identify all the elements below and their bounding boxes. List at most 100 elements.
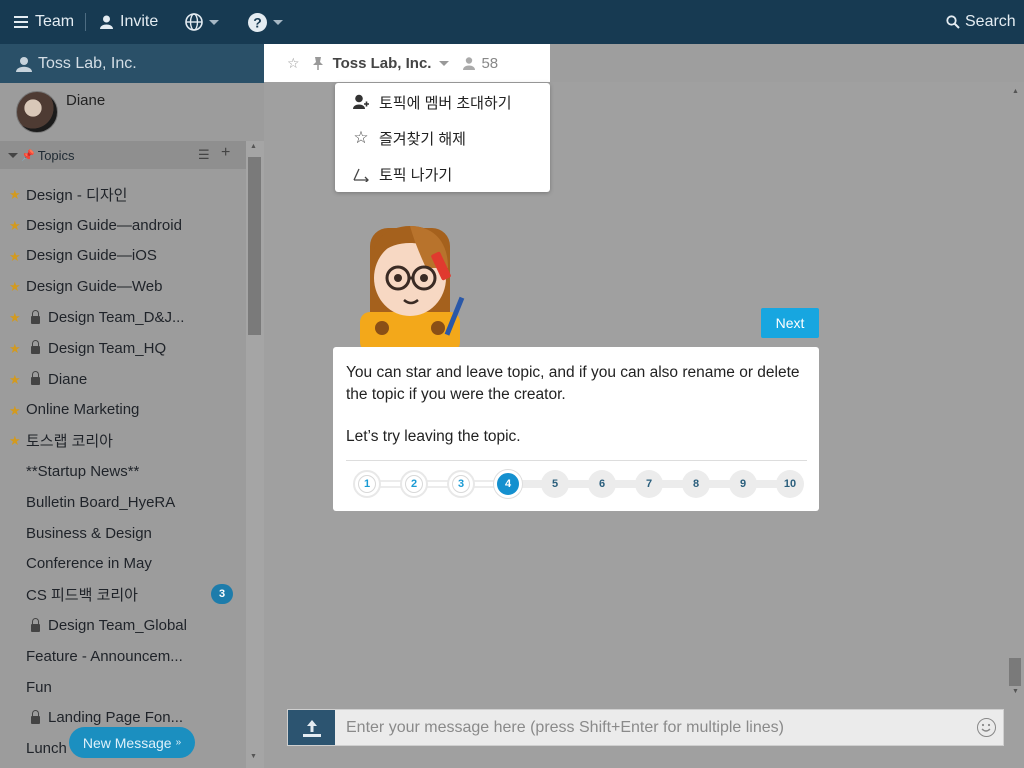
profile[interactable]: Diane — [0, 83, 264, 141]
topic-label: **Startup News** — [26, 463, 140, 481]
topic-label: Online Marketing — [26, 401, 140, 419]
topic-label: Design Guide—Web — [26, 278, 163, 296]
topic-label: Design Team_D&J... — [48, 309, 185, 327]
lock-icon — [31, 617, 40, 632]
search-button[interactable]: Search — [946, 0, 1016, 44]
lock-icon — [31, 371, 40, 386]
globe-icon — [185, 13, 203, 31]
topic-header[interactable]: ☆ Toss Lab, Inc. 58 — [264, 44, 550, 82]
sidebar-topic-item[interactable]: ★ Design Guide—iOS — [0, 241, 246, 272]
sidebar-topic-item[interactable]: ★ Design - 디자인 — [0, 179, 246, 210]
help-menu-button[interactable]: ? — [248, 0, 283, 44]
sidebar-topic-item[interactable]: CS 피드백 코리아 3 — [0, 579, 246, 610]
scroll-down-icon[interactable]: ▼ — [1012, 688, 1019, 695]
topic-label: Fun — [26, 678, 52, 696]
tour-step[interactable]: 8 — [682, 470, 710, 498]
sidebar-topic-item[interactable]: Conference in May — [0, 549, 246, 580]
tour-step[interactable]: 7 — [635, 470, 663, 498]
star-icon: ★ — [9, 187, 21, 202]
sidebar-topic-item[interactable]: ★ Design Guide—android — [0, 210, 246, 241]
member-count[interactable]: 58 — [481, 55, 498, 72]
message-scrollbar[interactable]: ▲ ▼ — [1006, 82, 1024, 702]
search-icon — [946, 15, 960, 29]
star-icon: ★ — [9, 371, 21, 387]
chevron-down-icon[interactable] — [439, 60, 450, 66]
members-icon[interactable] — [463, 56, 476, 70]
tour-progress: 1 2 3 4 5 6 7 8 9 10 — [353, 470, 804, 498]
topic-dropdown-menu: 토픽에 멤버 초대하기 ☆ 즐겨찾기 해제 토픽 나가기 — [335, 83, 550, 192]
sidebar-topic-item[interactable]: Bulletin Board_HyeRA — [0, 487, 246, 518]
sidebar-topic-item[interactable]: ★ Design Guide—Web — [0, 271, 246, 302]
sidebar-topic-item[interactable]: Feature - Announcem... — [0, 641, 246, 672]
add-member-icon — [353, 94, 369, 109]
sidebar-topic-item[interactable]: **Startup News** — [0, 456, 246, 487]
sidebar-topic-item[interactable]: ★ Diane — [0, 364, 246, 395]
sidebar-topic-item[interactable]: ★ Design Team_D&J... — [0, 302, 246, 333]
team-label: Team — [35, 13, 75, 30]
tour-step[interactable]: 4 — [494, 470, 522, 498]
menu-item-label: 즐겨찾기 해제 — [379, 130, 466, 148]
add-topic-icon[interactable]: + — [221, 144, 230, 162]
language-menu-button[interactable] — [185, 0, 219, 44]
tour-step[interactable]: 6 — [588, 470, 616, 498]
tour-step[interactable]: 2 — [400, 470, 428, 498]
sidebar-topic-item[interactable]: ★ Design Team_HQ — [0, 333, 246, 364]
star-icon: ★ — [9, 248, 21, 264]
emoji-icon[interactable] — [977, 718, 996, 737]
invite-members-menu-item[interactable]: 토픽에 멤버 초대하기 — [335, 84, 550, 120]
new-message-button[interactable]: New Message » — [69, 727, 195, 758]
team-switcher[interactable]: Toss Lab, Inc. — [0, 44, 264, 83]
search-label: Search — [965, 13, 1016, 30]
sidebar-topic-item[interactable]: Business & Design — [0, 518, 246, 549]
sidebar-topic-item[interactable]: ★ 토스랩 코리아 — [0, 425, 246, 456]
unstar-menu-item[interactable]: ☆ 즐겨찾기 해제 — [335, 120, 550, 156]
message-input[interactable] — [346, 710, 966, 745]
sidebar-topic-item[interactable]: Fun — [0, 672, 246, 703]
svg-text:?: ? — [253, 14, 262, 30]
topic-label: Landing Page Fon... — [48, 709, 184, 727]
sidebar-topic-item[interactable]: ★ Online Marketing — [0, 395, 246, 426]
topic-label: Design Guide—android — [26, 216, 182, 234]
avatar[interactable] — [16, 91, 58, 133]
leave-topic-menu-item[interactable]: 토픽 나가기 — [335, 156, 550, 192]
next-button[interactable]: Next — [761, 308, 819, 338]
topic-name[interactable]: Toss Lab, Inc. — [333, 55, 432, 72]
scrollbar-thumb[interactable] — [1009, 658, 1021, 686]
help-icon: ? — [248, 12, 267, 32]
tour-step[interactable]: 1 — [353, 470, 381, 498]
tour-step[interactable]: 3 — [447, 470, 475, 498]
topic-label: Design Team_HQ — [48, 339, 167, 357]
tour-tooltip: You can star and leave topic, and if you… — [333, 347, 819, 511]
topic-label: Business & Design — [26, 524, 152, 542]
tour-step[interactable]: 10 — [776, 470, 804, 498]
scroll-up-icon[interactable]: ▲ — [250, 143, 257, 150]
team-menu-button[interactable]: Team — [14, 0, 74, 44]
scroll-up-icon[interactable]: ▲ — [1012, 88, 1019, 95]
invite-button[interactable]: Invite — [100, 0, 158, 44]
chevron-down-icon — [209, 19, 219, 25]
tour-step[interactable]: 5 — [541, 470, 569, 498]
menu-item-label: 토픽에 멤버 초대하기 — [379, 94, 512, 112]
topic-label: Design Team_Global — [48, 617, 187, 635]
topic-label: Bulletin Board_HyeRA — [26, 493, 176, 511]
topic-label: Design - 디자인 — [26, 186, 128, 204]
collapse-icon[interactable] — [8, 152, 18, 158]
topic-list-icon[interactable]: ☰ — [198, 147, 210, 163]
star-icon: ★ — [9, 217, 21, 233]
lock-icon — [31, 309, 40, 324]
sidebar-topic-item[interactable]: Design Team_Global — [0, 610, 246, 641]
message-composer — [287, 709, 1004, 746]
unread-badge: 3 — [211, 584, 233, 605]
pin-icon[interactable] — [312, 56, 324, 70]
star-icon: ★ — [9, 340, 21, 356]
upload-button[interactable] — [288, 710, 335, 745]
sidebar-scrollbar[interactable]: ▲ ▼ — [246, 141, 264, 768]
double-chevron-down-icon: » — [175, 737, 182, 748]
scroll-down-icon[interactable]: ▼ — [250, 753, 257, 760]
star-outline-icon[interactable]: ☆ — [287, 55, 300, 72]
tour-step[interactable]: 9 — [729, 470, 757, 498]
topics-header[interactable]: 📌 Topics ☰ + — [0, 141, 246, 169]
scrollbar-thumb[interactable] — [248, 157, 261, 335]
new-message-label: New Message — [82, 734, 172, 751]
topic-label: Diane — [48, 370, 88, 388]
